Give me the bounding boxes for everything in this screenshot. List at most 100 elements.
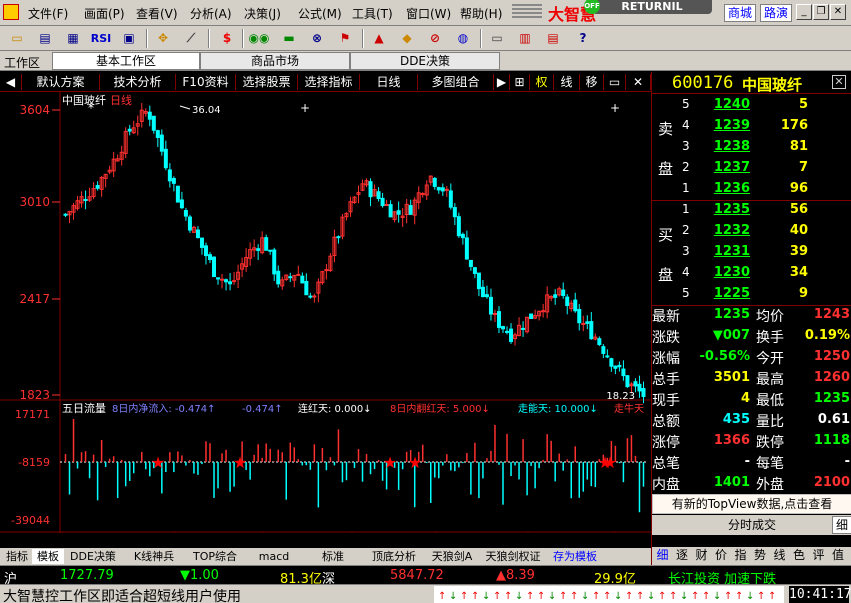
help-icon[interactable]: ? xyxy=(572,29,594,48)
rsi-icon[interactable]: RSI xyxy=(88,29,114,48)
indicator-label: -0.474↑ xyxy=(242,404,283,415)
bars-icon[interactable]: ▥ xyxy=(514,29,536,48)
close-panel-icon[interactable]: ✕ xyxy=(832,75,846,89)
close-icon[interactable]: ✕ xyxy=(830,4,846,20)
tab-commodity-market[interactable]: 商品市场 xyxy=(200,52,350,70)
right-tab[interactable]: 逐 xyxy=(674,548,691,563)
chart-icon[interactable]: ▤ xyxy=(34,29,56,48)
glasses-icon[interactable]: ◉◉ xyxy=(248,29,270,48)
ruler-icon[interactable]: ⟋ xyxy=(180,29,202,48)
crosshair-toggle-icon[interactable]: ⊞ xyxy=(510,74,530,90)
right-tab[interactable]: 细 xyxy=(654,548,671,563)
candle-body xyxy=(300,275,305,284)
tab-tianlang-a[interactable]: 天狼剑A xyxy=(426,549,478,564)
menu-view-page[interactable]: 画面(P) xyxy=(84,5,125,22)
candle-body xyxy=(589,321,594,340)
tab-top[interactable]: TOP综合 xyxy=(186,549,244,564)
menu-view[interactable]: 查看(V) xyxy=(136,5,178,22)
right-tab[interactable]: 值 xyxy=(830,548,847,563)
right-tab[interactable]: 评 xyxy=(810,548,827,563)
ask-row[interactable]: 4 1239 176 xyxy=(652,116,851,137)
returnil-badge[interactable]: OFF RETURNIL xyxy=(584,0,712,14)
close-chart-icon[interactable]: ✕ xyxy=(626,74,651,90)
period-button[interactable]: 日线 xyxy=(360,74,418,90)
tab-template[interactable]: 模板 xyxy=(32,549,64,564)
bid-row[interactable]: 1 1235 56 xyxy=(652,200,851,221)
tab-tianlang-warrant[interactable]: 天狼剑权证 xyxy=(478,549,548,564)
up-arrow-icon: ↑ xyxy=(658,591,666,602)
stop-icon[interactable]: ⊘ xyxy=(424,29,446,48)
right-tab[interactable]: 指 xyxy=(732,548,749,563)
left-arrow-icon[interactable]: ◀ xyxy=(0,74,22,90)
right-adjust-button[interactable]: 权 xyxy=(530,74,554,90)
save-template-button[interactable]: 存为模板 xyxy=(548,549,602,564)
tab-standard[interactable]: 标准 xyxy=(304,549,362,564)
menu-formula[interactable]: 公式(M) xyxy=(298,5,342,22)
menu-help[interactable]: 帮助(H) xyxy=(460,5,502,22)
move-button[interactable]: 移 xyxy=(580,74,604,90)
menu-decision[interactable]: 决策(J) xyxy=(244,5,281,22)
globe-icon[interactable]: ◍ xyxy=(452,29,474,48)
window-icon[interactable]: ▭ xyxy=(604,74,626,90)
dollar-icon[interactable]: $ xyxy=(216,29,238,48)
list-icon[interactable]: ▤ xyxy=(542,29,564,48)
diamond-icon[interactable]: ◆ xyxy=(396,29,418,48)
tick-trades-bar[interactable]: 分时成交 细 xyxy=(652,515,851,535)
ask-price: 1240 xyxy=(713,97,750,112)
right-tab[interactable]: 色 xyxy=(791,548,808,563)
nav-market-button[interactable]: 商城 xyxy=(724,4,757,22)
fine-button[interactable]: 细 xyxy=(832,516,851,534)
alert-icon[interactable]: ▲ xyxy=(368,29,390,48)
right-tab[interactable]: 价 xyxy=(713,548,730,563)
money-icon[interactable]: ▬ xyxy=(278,29,300,48)
scheme-button[interactable]: 默认方案 xyxy=(22,74,100,90)
ask-level: 2 xyxy=(682,160,690,174)
ask-row[interactable]: 3 1238 81 xyxy=(652,137,851,158)
candle-body xyxy=(175,185,180,203)
menu-file[interactable]: 文件(F) xyxy=(28,5,68,22)
line-button[interactable]: 线 xyxy=(554,74,580,90)
grid-icon[interactable]: ▣ xyxy=(118,29,140,48)
bid-row[interactable]: 5 1225 9 xyxy=(652,284,851,305)
notes-icon[interactable]: ▭ xyxy=(486,29,508,48)
quote-value: ▼007 xyxy=(712,328,750,343)
right-arrow-icon[interactable]: ▶ xyxy=(494,74,510,90)
topview-notice[interactable]: 有新的TopView数据,点击查看 xyxy=(652,494,851,514)
tab-basic-workspace[interactable]: 基本工作区 xyxy=(52,52,200,70)
tab-macd[interactable]: macd xyxy=(244,549,304,564)
menu-analysis[interactable]: 分析(A) xyxy=(190,5,232,22)
flag-icon[interactable]: ⚑ xyxy=(334,29,356,48)
multi-chart-button[interactable]: 多图组合 xyxy=(418,74,494,90)
restore-icon[interactable]: ❐ xyxy=(813,4,829,20)
menu-window[interactable]: 窗口(W) xyxy=(406,5,451,22)
minimize-icon[interactable]: _ xyxy=(796,4,812,20)
tab-dde-decision[interactable]: DDE决策 xyxy=(350,52,500,70)
bid-row[interactable]: 2 1232 40 xyxy=(652,221,851,242)
ask-row[interactable]: 2 1237 7 xyxy=(652,158,851,179)
app-icon[interactable] xyxy=(3,4,19,20)
menu-tools[interactable]: 工具(T) xyxy=(352,5,393,22)
kline-chart[interactable]: 3604 3010 2417 1823 中国玻纤 日线 36.04 18.23 * + + 五日流量 8… xyxy=(0,92,651,533)
binoculars-icon[interactable]: ⊗ xyxy=(306,29,328,48)
tech-analysis-button[interactable]: 技术分析 xyxy=(100,74,176,90)
bid-row[interactable]: 3 1231 39 xyxy=(652,242,851,263)
folder-icon[interactable]: ▭ xyxy=(6,29,28,48)
tab-top-bottom[interactable]: 顶底分析 xyxy=(362,549,426,564)
select-stock-button[interactable]: 选择股票 xyxy=(236,74,298,90)
right-tab[interactable]: 线 xyxy=(771,548,788,563)
chart-canvas[interactable]: 3604 3010 2417 1823 中国玻纤 日线 36.04 18.23 * + + 五日流量 8… xyxy=(0,92,651,533)
f10-button[interactable]: F10资料 xyxy=(176,74,236,90)
crosshair-icon[interactable]: ✥ xyxy=(152,29,174,48)
tab-dde[interactable]: DDE决策 xyxy=(64,549,122,564)
table-icon[interactable]: ▦ xyxy=(62,29,84,48)
quote-key: 涨幅 xyxy=(652,351,680,367)
right-tab[interactable]: 财 xyxy=(693,548,710,563)
tab-indicator[interactable]: 指标 xyxy=(2,549,32,564)
tab-kline-soldier[interactable]: K线神兵 xyxy=(122,549,186,564)
select-indicator-button[interactable]: 选择指标 xyxy=(298,74,360,90)
ask-row[interactable]: 5 1240 5 xyxy=(652,95,851,116)
ask-row[interactable]: 1 1236 96 xyxy=(652,179,851,200)
bid-row[interactable]: 4 1230 34 xyxy=(652,263,851,284)
right-tab[interactable]: 势 xyxy=(752,548,769,563)
nav-roadshow-button[interactable]: 路演 xyxy=(760,4,793,22)
